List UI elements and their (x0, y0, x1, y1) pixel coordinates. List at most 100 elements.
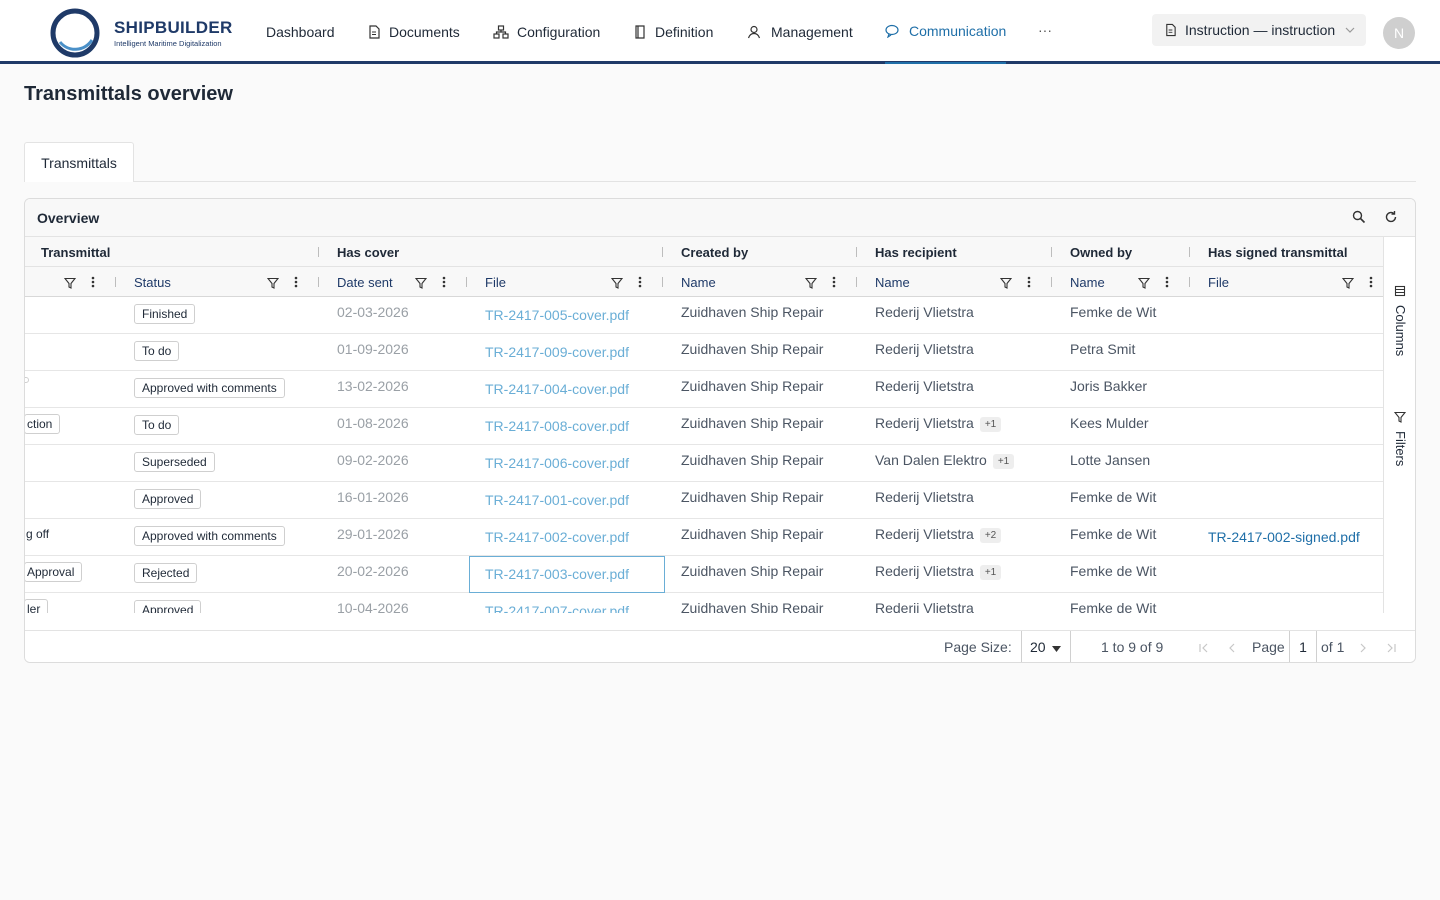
group-has-recipient: Has recipient (875, 244, 957, 260)
recipient-name: Rederij Vlietstra (875, 304, 974, 320)
recipient-cell: Rederij Vlietstra +1 (875, 408, 1045, 445)
column-menu-icon[interactable] (1165, 275, 1169, 294)
group-created-by: Created by (681, 244, 749, 260)
column-menu-icon[interactable] (638, 275, 642, 294)
filter-icon[interactable] (999, 276, 1013, 294)
nav-management[interactable]: Management (747, 0, 853, 64)
column-separator[interactable] (662, 247, 663, 257)
table-row[interactable]: ction To do 01-08-2026 TR-2417-008-cover… (25, 408, 1383, 445)
created-by-cell: Zuidhaven Ship Repair (681, 489, 824, 505)
refresh-icon[interactable] (1384, 210, 1398, 229)
brand-name: SHIPBUILDER (114, 18, 233, 37)
table-row[interactable]: To do 01-09-2026 TR-2417-009-cover.pdf Z… (25, 334, 1383, 371)
more-recipients-badge[interactable]: +1 (979, 417, 1002, 432)
focused-cell-outline (469, 556, 665, 593)
column-separator[interactable] (662, 277, 663, 287)
nav-definition[interactable]: Definition (633, 0, 713, 64)
panel-header: Overview (25, 199, 1415, 237)
filter-icon[interactable] (1341, 276, 1355, 294)
last-page-icon[interactable] (1385, 641, 1397, 659)
status-cell: To do (134, 334, 314, 371)
filter-icon[interactable] (266, 276, 280, 294)
instruction-selector[interactable]: Instruction — instruction (1152, 14, 1366, 46)
brand-logo[interactable]: SHIPBUILDER Intelligent Maritime Digital… (50, 8, 250, 58)
transmittals-grid: Transmittal Has cover Created by Has rec… (25, 237, 1383, 613)
table-row[interactable]: Superseded 09-02-2026 TR-2417-006-cover.… (25, 445, 1383, 482)
previous-page-icon[interactable] (1226, 641, 1238, 659)
tab-transmittals[interactable]: Transmittals (24, 142, 134, 182)
page-number-input[interactable]: 1 (1289, 631, 1317, 662)
header-recipient-name[interactable]: Name (875, 267, 910, 297)
column-separator[interactable] (856, 277, 857, 287)
more-recipients-badge[interactable]: +1 (992, 454, 1015, 469)
date-cell: 20-02-2026 (337, 563, 409, 579)
columns-panel-toggle[interactable]: Columns (1390, 285, 1412, 365)
filter-icon[interactable] (804, 276, 818, 294)
filter-icon[interactable] (610, 276, 624, 294)
column-separator[interactable] (466, 277, 467, 287)
nav-more-button[interactable]: ··· (1038, 22, 1052, 38)
signed-file-link[interactable]: TR-2417-002-signed.pdf (1208, 519, 1378, 556)
column-menu-icon[interactable] (1369, 275, 1373, 294)
column-separator[interactable] (1051, 247, 1052, 257)
cover-file-link[interactable]: TR-2417-006-cover.pdf (485, 445, 655, 482)
filters-panel-toggle[interactable]: Filters (1390, 411, 1412, 481)
column-separator[interactable] (856, 247, 857, 257)
first-page-icon[interactable] (1198, 641, 1210, 659)
column-menu-icon[interactable] (91, 275, 95, 294)
column-separator[interactable] (1189, 277, 1190, 287)
column-menu-icon[interactable] (294, 275, 298, 294)
column-separator[interactable] (318, 277, 319, 287)
transmittal-badge (25, 377, 29, 383)
header-created-by-name[interactable]: Name (681, 267, 716, 297)
header-status[interactable]: Status (134, 267, 171, 297)
next-page-icon[interactable] (1357, 641, 1369, 659)
cover-file-link[interactable]: TR-2417-004-cover.pdf (485, 371, 655, 408)
more-recipients-badge[interactable]: +2 (979, 528, 1002, 543)
instruction-label: Instruction — instruction (1185, 22, 1336, 38)
owner-cell: Femke de Wit (1070, 563, 1157, 579)
table-row[interactable]: Approval Rejected 20-02-2026 TR-2417-003… (25, 556, 1383, 593)
header-cover-file[interactable]: File (485, 267, 506, 297)
cover-file-link[interactable]: TR-2417-002-cover.pdf (485, 519, 655, 556)
nav-configuration[interactable]: Configuration (493, 0, 600, 64)
owner-cell: Femke de Wit (1070, 600, 1157, 613)
column-separator[interactable] (115, 277, 116, 287)
column-menu-icon[interactable] (832, 275, 836, 294)
page-size-select[interactable]: 20 (1021, 631, 1071, 662)
status-badge: To do (134, 341, 180, 361)
table-row[interactable]: Finished 02-03-2026 TR-2417-005-cover.pd… (25, 297, 1383, 334)
table-row[interactable]: ler Approved 10-04-2026 TR-2417-007-cove… (25, 593, 1383, 613)
column-separator[interactable] (1189, 247, 1190, 257)
header-signed-file[interactable]: File (1208, 267, 1229, 297)
transmittal-badge: ler (25, 599, 49, 613)
table-row[interactable]: Approved 16-01-2026 TR-2417-001-cover.pd… (25, 482, 1383, 519)
nav-label: Management (771, 24, 853, 40)
nav-label: Definition (655, 24, 714, 40)
column-menu-icon[interactable] (442, 275, 446, 294)
header-owner-name[interactable]: Name (1070, 267, 1105, 297)
filter-icon[interactable] (63, 276, 77, 294)
header-date-sent[interactable]: Date sent (337, 267, 393, 297)
cover-file-link[interactable]: TR-2417-008-cover.pdf (485, 408, 655, 445)
nav-communication[interactable]: Communication (885, 0, 1007, 64)
status-cell: Approved (134, 593, 314, 613)
filter-icon[interactable] (414, 276, 428, 294)
nav-dashboard[interactable]: Dashboard (266, 0, 335, 64)
cover-file-link[interactable]: TR-2417-001-cover.pdf (485, 482, 655, 519)
logo-icon (50, 8, 100, 58)
more-recipients-badge[interactable]: +1 (979, 565, 1002, 580)
search-icon[interactable] (1352, 210, 1366, 229)
column-menu-icon[interactable] (1027, 275, 1031, 294)
cover-file-link[interactable]: TR-2417-007-cover.pdf (485, 593, 655, 613)
filter-icon[interactable] (1137, 276, 1151, 294)
table-row[interactable]: g off Approved with comments 29-01-2026 … (25, 519, 1383, 556)
table-row[interactable]: Approved with comments 13-02-2026 TR-241… (25, 371, 1383, 408)
column-separator[interactable] (318, 247, 319, 257)
cover-file-link[interactable]: TR-2417-009-cover.pdf (485, 334, 655, 371)
avatar[interactable]: N (1383, 17, 1415, 49)
nav-documents[interactable]: Documents (367, 0, 460, 64)
cover-file-link[interactable]: TR-2417-005-cover.pdf (485, 297, 655, 334)
recipient-cell: Rederij Vlietstra +1 (875, 556, 1045, 593)
column-separator[interactable] (1051, 277, 1052, 287)
